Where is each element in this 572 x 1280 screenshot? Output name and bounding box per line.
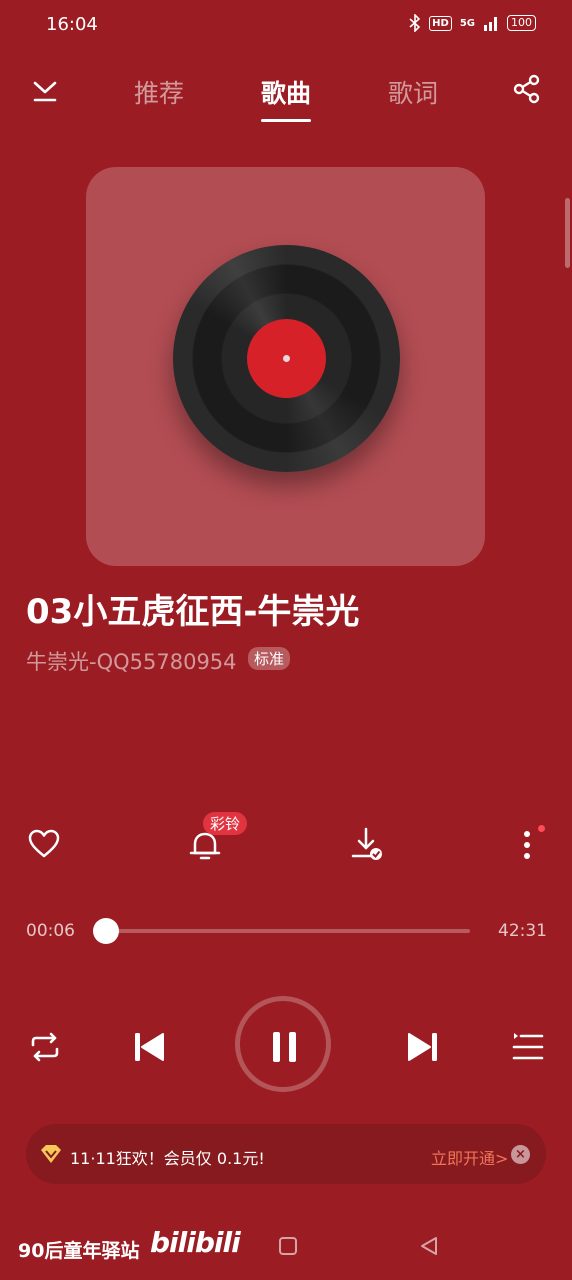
repeat-icon[interactable] [28,1030,62,1064]
promo-close-icon[interactable]: × [511,1145,530,1164]
tab-recommend[interactable]: 推荐 [134,74,184,110]
share-icon[interactable] [512,74,542,104]
next-icon[interactable] [406,1030,440,1064]
promo-open-link[interactable]: 立即开通> [431,1145,508,1169]
previous-icon[interactable] [132,1030,166,1064]
network-label: 5G [459,17,475,29]
promo-text: 11·11狂欢！会员仅 0.1元! [70,1149,265,1168]
signal-icon [484,17,497,31]
progress-knob[interactable] [93,918,119,944]
bluetooth-icon [409,14,421,32]
progress-track[interactable] [106,929,470,933]
home-nav-icon[interactable] [278,1236,298,1256]
heart-icon[interactable] [28,829,60,859]
battery-icon: 100 [507,15,536,31]
watermark-text: 90后童年驿站 [18,1240,140,1262]
total-time: 42:31 [498,921,547,941]
status-icons: HD 5G 100 [409,14,536,32]
status-time: 16:04 [46,14,98,35]
more-icon[interactable] [521,829,533,861]
scrollbar-thumb[interactable] [565,198,570,268]
back-nav-icon[interactable] [418,1235,440,1257]
bilibili-logo: bilibili [150,1226,241,1259]
hd-badge: HD [429,15,452,31]
tab-lyrics[interactable]: 歌词 [388,74,438,110]
song-title: 03小五虎征西-牛崇光 [26,592,360,632]
song-artist[interactable]: 牛崇光-QQ55780954 [26,646,237,676]
current-time: 00:06 [26,921,75,941]
ringtone-badge[interactable]: 彩铃 [203,812,248,835]
tab-active-indicator [261,119,311,122]
playlist-icon[interactable] [512,1032,544,1062]
download-icon[interactable] [350,826,386,862]
notification-dot [538,825,545,832]
vinyl-spindle [283,355,290,362]
collapse-icon[interactable] [32,78,58,104]
quality-badge[interactable]: 标准 [248,647,291,670]
vip-diamond-icon [41,1145,61,1163]
pause-icon[interactable] [270,1030,300,1064]
tab-song[interactable]: 歌曲 [261,74,311,110]
